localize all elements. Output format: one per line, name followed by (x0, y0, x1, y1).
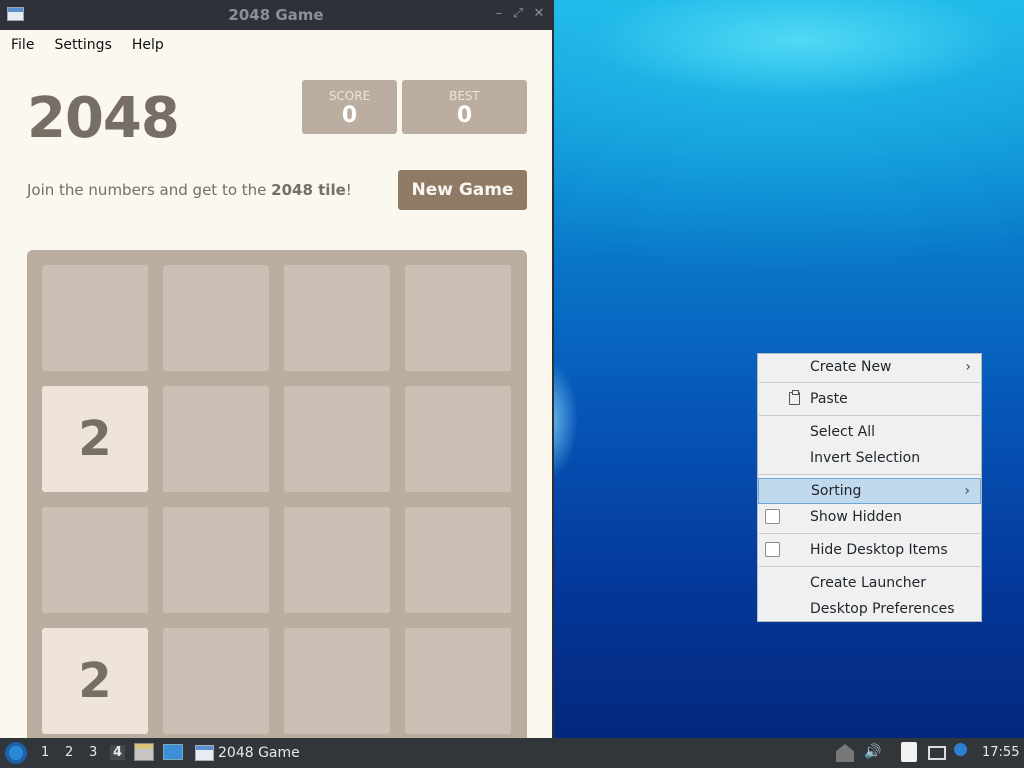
show-hidden-label: Show Hidden (810, 509, 902, 525)
board-cell (284, 265, 390, 371)
tile: 2 (42, 386, 148, 492)
menu-item-paste[interactable]: Paste (758, 386, 981, 412)
score-label: SCORE (328, 89, 371, 103)
updates-icon[interactable] (836, 744, 854, 762)
score-value: 0 (341, 103, 358, 128)
tile: 2 (42, 628, 148, 734)
board-cell (284, 507, 390, 613)
best-label: BEST (449, 89, 480, 103)
board-cell (284, 386, 390, 492)
workspace-3[interactable]: 3 (89, 745, 97, 760)
paste-icon (789, 390, 800, 405)
paste-label: Paste (810, 391, 848, 407)
window-title: 2048 Game (228, 6, 324, 24)
sorting-label: Sorting (811, 483, 862, 499)
board-cell (42, 507, 148, 613)
menubar: File Settings Help (0, 30, 552, 60)
board-cell (163, 265, 269, 371)
intro-suffix: ! (345, 181, 352, 199)
board-cell (42, 265, 148, 371)
board-cell (405, 386, 511, 492)
close-icon[interactable]: ✕ (532, 6, 546, 22)
workspace-1[interactable]: 1 (41, 745, 49, 760)
board-cell (405, 628, 511, 734)
menu-item-select-all[interactable]: Select All (758, 419, 981, 445)
show-hidden-checkbox[interactable] (765, 509, 780, 524)
best-value: 0 (456, 103, 473, 128)
score-box: SCORE 0 (302, 80, 397, 134)
create-new-label: Create New (810, 359, 892, 375)
show-desktop-icon[interactable] (163, 744, 183, 760)
menu-item-sorting[interactable]: Sorting › (758, 478, 981, 504)
volume-icon[interactable]: 🔊 (864, 744, 882, 762)
window-titlebar[interactable]: 2048 Game – ⤢ ✕ (0, 0, 552, 30)
menu-item-create-launcher[interactable]: Create Launcher (758, 570, 981, 596)
intro-bold: 2048 tile (271, 181, 346, 199)
menu-separator (759, 382, 980, 383)
board-cell (405, 265, 511, 371)
board-cell (405, 507, 511, 613)
clock[interactable]: 17:55 (982, 745, 1019, 760)
menu-item-hide-desktop-items[interactable]: Hide Desktop Items (758, 537, 981, 563)
intro-prefix: Join the numbers and get to the (27, 181, 272, 199)
board-cell (163, 507, 269, 613)
best-box: BEST 0 (402, 80, 527, 134)
board-cell (284, 628, 390, 734)
chevron-right-icon: › (965, 359, 971, 375)
maximize-icon[interactable]: ⤢ (511, 6, 525, 22)
taskbar: 1 2 3 4 2048 Game 🔊 17:55 (0, 738, 1024, 768)
menu-separator (759, 533, 980, 534)
menu-item-invert-selection[interactable]: Invert Selection (758, 445, 981, 471)
desktop-context-menu: Create New › Paste Select All Invert Sel… (757, 353, 982, 622)
chevron-right-icon: › (964, 483, 970, 499)
game-title: 2048 (27, 86, 180, 151)
intro-text: Join the numbers and get to the 2048 til… (27, 181, 352, 199)
minimize-icon[interactable]: – (492, 6, 506, 22)
menu-item-desktop-preferences[interactable]: Desktop Preferences (758, 596, 981, 622)
menu-settings[interactable]: Settings (54, 37, 111, 53)
menu-separator (759, 474, 980, 475)
board-cell (163, 386, 269, 492)
workspace-2[interactable]: 2 (65, 745, 73, 760)
menu-file[interactable]: File (11, 37, 34, 53)
new-game-button[interactable]: New Game (398, 170, 527, 210)
menu-item-show-hidden[interactable]: Show Hidden (758, 504, 981, 530)
taskbar-task-2048[interactable]: 2048 Game (194, 742, 300, 764)
menu-separator (759, 566, 980, 567)
start-menu-icon[interactable] (5, 742, 27, 764)
hide-desktop-items-label: Hide Desktop Items (810, 542, 948, 558)
file-manager-icon[interactable] (134, 743, 154, 761)
menu-separator (759, 415, 980, 416)
menu-item-create-new[interactable]: Create New › (758, 354, 981, 380)
menu-help[interactable]: Help (132, 37, 164, 53)
task-window-icon (195, 745, 214, 761)
board-cell (163, 628, 269, 734)
workspace-4[interactable]: 4 (110, 745, 126, 760)
network-icon[interactable] (928, 746, 946, 760)
clipboard-icon[interactable] (901, 742, 917, 762)
game-window: 2048 Game – ⤢ ✕ File Settings Help 2048 … (0, 0, 554, 738)
game-board[interactable]: 22 (27, 250, 527, 738)
task-label: 2048 Game (218, 745, 300, 761)
hide-desktop-items-checkbox[interactable] (765, 542, 780, 557)
notification-icon[interactable] (954, 743, 967, 756)
